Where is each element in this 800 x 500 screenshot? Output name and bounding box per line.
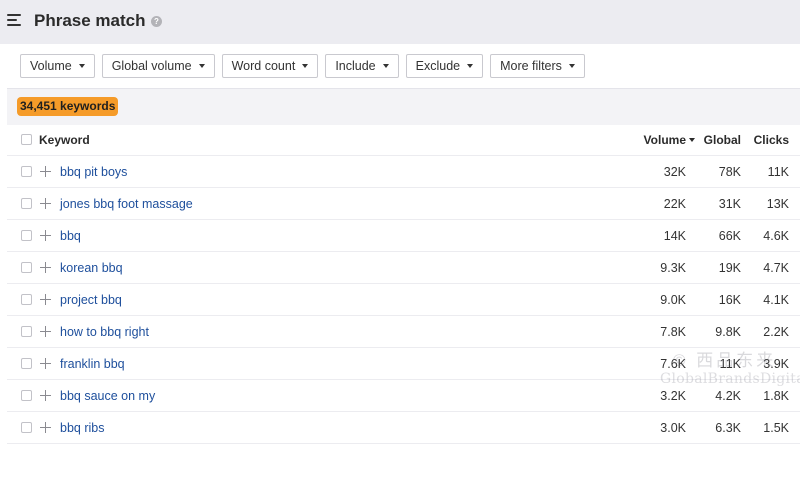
table-row: bbq 14K 66K 4.6K [7,220,800,252]
global-value: 31K [718,197,741,211]
global-value: 9.8K [715,325,741,339]
volume-value: 9.3K [660,261,686,275]
row-checkbox[interactable] [21,166,32,177]
volume-value: 32K [663,165,686,179]
filter-label: More filters [500,59,562,73]
plus-icon[interactable] [40,166,51,177]
keyword-link[interactable]: how to bbq right [60,325,149,339]
keyword-link[interactable]: jones bbq foot massage [60,197,193,211]
table-row: korean bbq 9.3K 19K 4.7K [7,252,800,284]
filter-exclude-button[interactable]: Exclude [405,54,484,78]
keyword-link[interactable]: bbq pit boys [60,165,127,179]
plus-icon[interactable] [40,262,51,273]
plus-icon[interactable] [40,198,51,209]
caret-down-icon [467,64,474,68]
volume-value: 3.2K [660,389,686,403]
top-bar: Phrase match ? [0,0,800,44]
clicks-value: 4.1K [763,293,789,307]
column-header-keyword: Keyword [39,133,90,147]
table-row: bbq ribs 3.0K 6.3K 1.5K [7,412,800,444]
clicks-value: 4.6K [763,229,789,243]
keywords-table: Keyword Volume Global Clicks bbq pit boy… [7,124,800,444]
keyword-link[interactable]: project bbq [60,293,122,307]
table-row: jones bbq foot massage 22K 31K 13K [7,188,800,220]
keyword-link[interactable]: bbq sauce on my [60,389,155,403]
table-header-row: Keyword Volume Global Clicks [7,124,800,156]
keyword-link[interactable]: franklin bbq [60,357,125,371]
caret-down-icon [302,64,309,68]
keyword-count-badge: 34,451 keywords [17,97,119,116]
plus-icon[interactable] [40,390,51,401]
global-value: 19K [718,261,741,275]
clicks-value: 4.7K [763,261,789,275]
clicks-value: 13K [766,197,789,211]
table-row: bbq pit boys 32K 78K 11K [7,156,800,188]
plus-icon[interactable] [40,230,51,241]
filter-more-filters-button[interactable]: More filters [490,54,585,78]
row-checkbox[interactable] [21,326,32,337]
clicks-value: 1.8K [763,389,789,403]
global-value: 78K [718,165,741,179]
results-count-bar: 34,451 keywords [7,88,800,125]
watermark-text: GlobalBrandsDigital [660,371,800,387]
plus-icon[interactable] [40,326,51,337]
keyword-link[interactable]: bbq ribs [60,421,104,435]
caret-down-icon [568,64,575,68]
table-row: how to bbq right 7.8K 9.8K 2.2K [7,316,800,348]
column-header-global[interactable]: Global [691,133,741,147]
volume-value: 14K [663,229,686,243]
help-icon[interactable]: ? [151,16,162,27]
global-value: 66K [718,229,741,243]
global-value: 6.3K [715,421,741,435]
volume-value: 22K [663,197,686,211]
row-checkbox[interactable] [21,262,32,273]
keyword-link[interactable]: korean bbq [60,261,123,275]
row-checkbox[interactable] [21,230,32,241]
filter-label: Word count [231,59,296,73]
keyword-link[interactable]: bbq [60,229,81,243]
caret-down-icon [78,64,85,68]
filter-label: Exclude [415,59,461,73]
global-value: 16K [718,293,741,307]
plus-icon[interactable] [40,294,51,305]
filter-global-volume-button[interactable]: Global volume [101,54,215,78]
filter-include-button[interactable]: Include [325,54,399,78]
caret-down-icon [198,64,205,68]
clicks-value: 11K [767,165,789,179]
page-title: Phrase match [34,11,146,30]
plus-icon[interactable] [40,358,51,369]
select-all-checkbox[interactable] [21,134,32,145]
column-header-clicks[interactable]: Clicks [744,133,789,147]
table-row: project bbq 9.0K 16K 4.1K [7,284,800,316]
filter-word-count-button[interactable]: Word count [221,54,319,78]
column-header-volume[interactable]: Volume [625,133,695,147]
volume-value: 3.0K [660,421,686,435]
row-checkbox[interactable] [21,358,32,369]
hamburger-menu-icon[interactable] [7,14,21,26]
row-checkbox[interactable] [21,422,32,433]
volume-value: 7.8K [660,325,686,339]
filter-bar: Volume Global volume Word count Include … [20,54,585,78]
caret-down-icon [382,64,389,68]
column-header-volume-label: Volume [643,133,686,147]
filter-volume-button[interactable]: Volume [20,54,95,78]
clicks-value: 2.2K [763,325,789,339]
clicks-value: 1.5K [763,421,789,435]
volume-value: 9.0K [660,293,686,307]
plus-icon[interactable] [40,422,51,433]
filter-label: Global volume [111,59,192,73]
filter-label: Include [335,59,376,73]
global-value: 4.2K [715,389,741,403]
row-checkbox[interactable] [21,390,32,401]
filter-label: Volume [30,59,72,73]
row-checkbox[interactable] [21,294,32,305]
row-checkbox[interactable] [21,198,32,209]
watermark-logo: © 西品东来 [673,351,777,370]
